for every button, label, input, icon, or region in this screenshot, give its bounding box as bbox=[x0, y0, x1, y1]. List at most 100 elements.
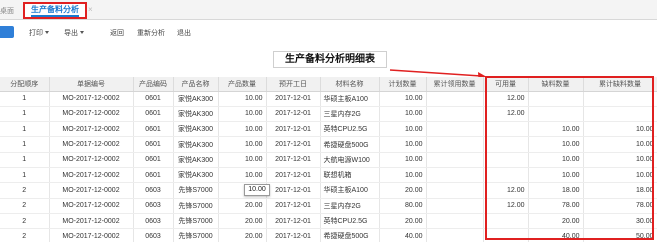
table-cell[interactable]: 40.00 bbox=[379, 228, 427, 242]
column-header[interactable]: 可用量 bbox=[483, 77, 529, 92]
table-cell[interactable]: 2017-12-01 bbox=[266, 167, 321, 184]
table-cell[interactable]: 联想机箱 bbox=[320, 167, 380, 184]
table-cell[interactable]: 40.00 bbox=[528, 228, 584, 242]
table-cell[interactable]: 家悦AK300 bbox=[173, 152, 219, 168]
table-cell[interactable]: 0603 bbox=[133, 182, 174, 199]
table-cell[interactable]: 20.00 bbox=[379, 213, 427, 230]
table-cell[interactable]: 12.00 bbox=[483, 106, 529, 123]
table-cell[interactable]: 10.00 bbox=[528, 121, 584, 138]
table-cell[interactable]: 1 bbox=[0, 136, 50, 153]
table-cell[interactable]: 1 bbox=[0, 167, 50, 184]
table-row[interactable]: 2MO-2017-12-00020603先锋S700020.002017-12-… bbox=[0, 198, 657, 214]
table-cell[interactable] bbox=[583, 106, 657, 123]
table-row[interactable]: 2MO-2017-12-00020603先锋S700020.002017-12-… bbox=[0, 182, 657, 199]
table-cell[interactable]: 2 bbox=[0, 228, 50, 242]
table-cell[interactable] bbox=[426, 167, 484, 184]
table-cell[interactable]: 10.00 bbox=[583, 167, 657, 184]
table-row[interactable]: 1 MO-2017-12-0002 0601 家悦AK300 10.00 2017-12-… bbox=[0, 106, 657, 123]
table-cell[interactable]: 10.00 bbox=[528, 167, 584, 184]
table-cell[interactable] bbox=[426, 106, 484, 123]
primary-action-button[interactable] bbox=[0, 26, 14, 38]
table-cell[interactable]: 10.00 bbox=[218, 91, 267, 107]
back-button[interactable]: 返回 bbox=[110, 28, 124, 38]
table-cell[interactable]: 家悦AK300 bbox=[173, 91, 219, 107]
column-header[interactable]: 累计领用数量 bbox=[426, 77, 484, 92]
table-cell[interactable]: 先锋S7000 bbox=[173, 228, 219, 242]
table-cell[interactable]: 30.00 bbox=[583, 213, 657, 230]
table-cell[interactable]: 家悦AK300 bbox=[173, 121, 219, 138]
table-cell[interactable]: 0601 bbox=[133, 106, 174, 123]
table-cell[interactable]: 华硕主板A100 bbox=[320, 182, 380, 199]
table-cell[interactable]: 家悦AK300 bbox=[173, 106, 219, 123]
table-row[interactable]: 2MO-2017-12-00020603先锋S700020.002017-12-… bbox=[0, 213, 657, 230]
table-cell[interactable]: 0601 bbox=[133, 152, 174, 168]
table-cell[interactable]: 10.00 bbox=[218, 152, 267, 168]
reanalyze-button[interactable]: 重新分析 bbox=[137, 28, 165, 38]
column-header[interactable]: 单据编号 bbox=[49, 77, 134, 92]
table-cell[interactable]: 10.00 bbox=[528, 152, 584, 168]
table-row[interactable]: 1 MO-2017-12-0002 0601 家悦AK300 10.00 2017-12-… bbox=[0, 121, 657, 138]
table-cell[interactable]: 先锋S7000 bbox=[173, 182, 219, 199]
table-cell[interactable]: 10.00 bbox=[218, 121, 267, 138]
table-cell[interactable]: 50.00 bbox=[583, 228, 657, 242]
table-cell[interactable] bbox=[483, 136, 529, 153]
table-cell[interactable]: 1 bbox=[0, 91, 50, 107]
table-cell[interactable]: 2 bbox=[0, 182, 50, 199]
table-cell[interactable]: 18.00 bbox=[583, 182, 657, 199]
table-cell[interactable]: 2017-12-01 bbox=[266, 121, 321, 138]
table-cell[interactable]: 10.00 bbox=[379, 91, 427, 107]
table-cell[interactable]: 大航电源W100 bbox=[320, 152, 380, 168]
table-cell[interactable]: 2017-12-01 bbox=[266, 213, 321, 230]
table-cell[interactable] bbox=[483, 167, 529, 184]
table-cell[interactable]: MO-2017-12-0002 bbox=[49, 152, 134, 168]
table-cell[interactable]: MO-2017-12-0002 bbox=[49, 91, 134, 107]
table-cell[interactable] bbox=[426, 121, 484, 138]
table-cell[interactable]: 1 bbox=[0, 121, 50, 138]
table-cell[interactable] bbox=[528, 106, 584, 123]
table-cell[interactable] bbox=[426, 182, 484, 199]
table-cell[interactable]: 0601 bbox=[133, 91, 174, 107]
table-cell[interactable]: MO-2017-12-0002 bbox=[49, 106, 134, 123]
table-cell[interactable]: 12.00 bbox=[483, 182, 529, 199]
table-row[interactable]: 1 MO-2017-12-0002 0601 家悦AK300 10.00 2017-12-… bbox=[0, 91, 657, 107]
table-cell[interactable]: 2017-12-01 bbox=[266, 182, 321, 199]
table-cell[interactable]: 20.00 bbox=[218, 228, 267, 242]
table-cell[interactable]: 2017-12-01 bbox=[266, 91, 321, 107]
column-header[interactable]: 产品编码 bbox=[133, 77, 174, 92]
table-cell[interactable]: 0601 bbox=[133, 136, 174, 153]
table-row[interactable]: 1 MO-2017-12-0002 0601 家悦AK300 10.00 2017-12-… bbox=[0, 136, 657, 153]
table-cell[interactable]: 家悦AK300 bbox=[173, 136, 219, 153]
table-cell[interactable]: 10.00 bbox=[379, 121, 427, 138]
table-cell[interactable]: 三星内存2G bbox=[320, 198, 380, 214]
table-cell[interactable]: MO-2017-12-0002 bbox=[49, 121, 134, 138]
table-cell[interactable]: 10.00 bbox=[218, 136, 267, 153]
table-cell[interactable]: 0603 bbox=[133, 213, 174, 230]
print-button[interactable]: 打印 bbox=[29, 28, 49, 38]
table-cell[interactable]: MO-2017-12-0002 bbox=[49, 198, 134, 214]
exit-button[interactable]: 退出 bbox=[177, 28, 191, 38]
column-header[interactable]: 预开工日 bbox=[266, 77, 321, 92]
table-cell[interactable]: 2017-12-01 bbox=[266, 152, 321, 168]
table-row[interactable]: 1 MO-2017-12-0002 0601 家悦AK300 10.00 2017-12-… bbox=[0, 167, 657, 184]
column-header[interactable]: 分配顺序 bbox=[0, 77, 50, 92]
table-cell[interactable]: 希捷硬盘500G bbox=[320, 228, 380, 242]
table-cell[interactable]: 10.00 bbox=[379, 136, 427, 153]
export-button[interactable]: 导出 bbox=[64, 28, 84, 38]
table-cell[interactable]: 18.00 bbox=[528, 182, 584, 199]
table-cell[interactable]: 英特CPU2.5G bbox=[320, 213, 380, 230]
table-cell[interactable]: 1 bbox=[0, 106, 50, 123]
table-cell[interactable]: 1 bbox=[0, 152, 50, 168]
tab-close-icon[interactable]: × bbox=[88, 5, 93, 14]
table-cell[interactable]: 80.00 bbox=[379, 198, 427, 214]
table-cell[interactable] bbox=[483, 121, 529, 138]
table-cell[interactable]: 先锋S7000 bbox=[173, 213, 219, 230]
table-cell[interactable] bbox=[426, 136, 484, 153]
table-row[interactable]: 1 MO-2017-12-0002 0601 家悦AK300 10.00 2017-12-… bbox=[0, 152, 657, 168]
table-cell[interactable] bbox=[426, 198, 484, 214]
table-cell[interactable]: 10.00 bbox=[218, 167, 267, 184]
column-header[interactable]: 缺料数量 bbox=[528, 77, 584, 92]
table-cell[interactable]: 10.00 bbox=[583, 121, 657, 138]
table-cell[interactable]: 10.00 bbox=[528, 136, 584, 153]
table-cell[interactable]: MO-2017-12-0002 bbox=[49, 182, 134, 199]
table-cell[interactable]: 20.00 bbox=[218, 213, 267, 230]
